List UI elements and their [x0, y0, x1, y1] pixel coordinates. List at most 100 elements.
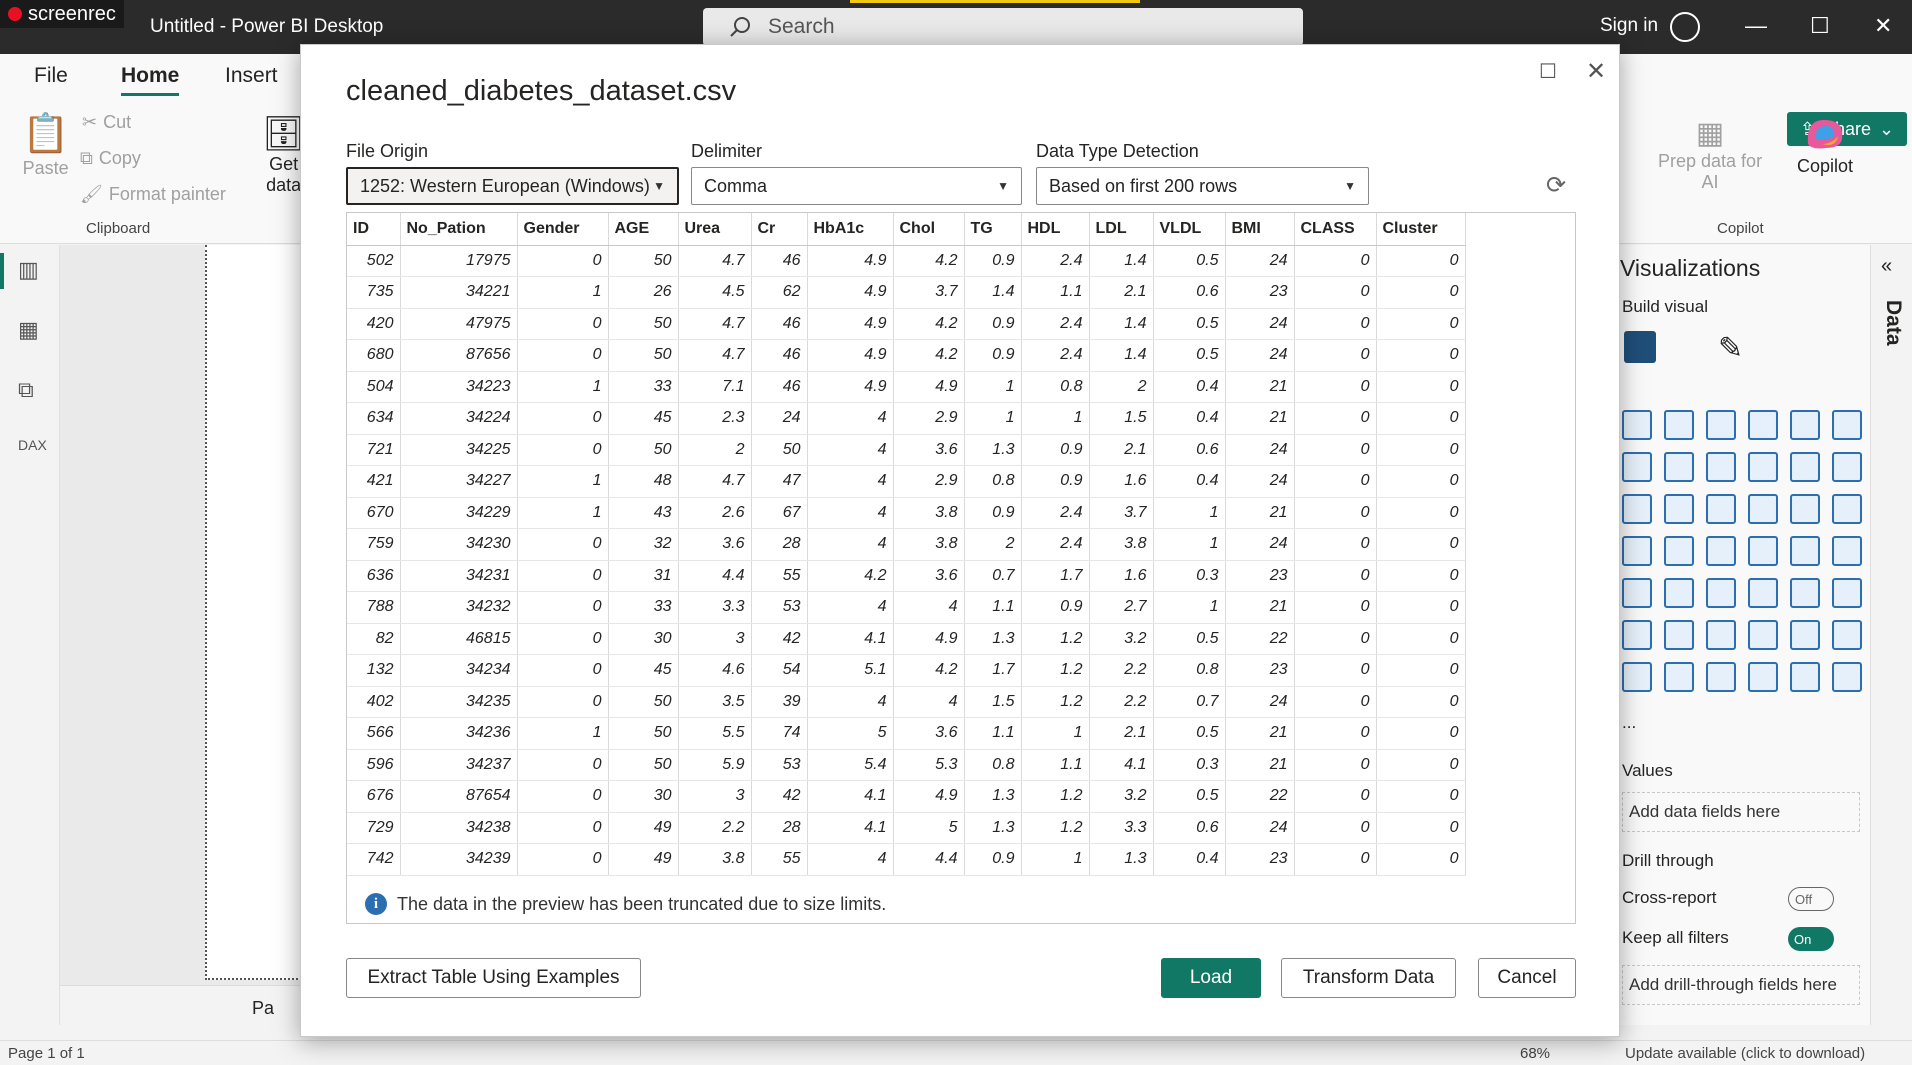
- transform-data-button[interactable]: Transform Data: [1281, 958, 1456, 998]
- tab-home[interactable]: Home: [121, 64, 180, 96]
- clustered-column-chart-icon[interactable]: [1748, 410, 1778, 440]
- funnel-chart-icon[interactable]: [1706, 494, 1736, 524]
- card-new-icon[interactable]: [1664, 662, 1694, 692]
- tab-file[interactable]: File: [34, 64, 68, 88]
- table-cell: 33: [608, 371, 679, 403]
- narrative-icon[interactable]: [1790, 620, 1820, 650]
- table-cell: 2: [964, 528, 1022, 561]
- power-apps-icon[interactable]: [1790, 662, 1820, 692]
- data-pane-label[interactable]: Data: [1881, 300, 1905, 346]
- copilot-button[interactable]: Copilot: [1797, 114, 1853, 177]
- close-dialog-icon[interactable]: ✕: [1586, 57, 1606, 86]
- table-cell: 1.5: [1089, 402, 1154, 435]
- button-slicer-icon[interactable]: [1706, 662, 1736, 692]
- table-view-icon[interactable]: ▦: [18, 317, 44, 343]
- scatter-chart-icon[interactable]: [1748, 494, 1778, 524]
- stacked-bar-chart-icon[interactable]: [1622, 410, 1652, 440]
- file-origin-select[interactable]: 1252: Western European (Windows) ▼: [346, 167, 679, 205]
- report-view-icon[interactable]: ▥: [18, 257, 44, 283]
- drill-through-field-well[interactable]: Add drill-through fields here: [1622, 965, 1860, 1005]
- page-indicator: Page 1 of 1: [8, 1045, 85, 1062]
- filled-map-icon[interactable]: [1706, 536, 1736, 566]
- maximize-dialog-icon[interactable]: ☐: [1539, 59, 1557, 84]
- key-influencers-icon[interactable]: [1664, 620, 1694, 650]
- sign-in-link[interactable]: Sign in: [1600, 15, 1658, 37]
- line-and-clustered-column-chart-icon[interactable]: [1832, 452, 1862, 482]
- power-automate-icon[interactable]: [1832, 662, 1862, 692]
- r-visual-icon[interactable]: [1832, 578, 1862, 608]
- stacked-area-chart-icon[interactable]: [1706, 452, 1736, 482]
- delimiter-select[interactable]: Comma ▼: [691, 167, 1022, 205]
- clustered-bar-chart-icon[interactable]: [1706, 410, 1736, 440]
- table-cell: 0.5: [1153, 780, 1226, 813]
- collapse-icon[interactable]: «: [1881, 255, 1892, 278]
- donut-chart-icon[interactable]: [1832, 494, 1862, 524]
- table-cell: 87654: [400, 780, 518, 813]
- cross-report-toggle[interactable]: Off: [1788, 887, 1834, 911]
- format-visual-tab-icon[interactable]: ✎: [1718, 331, 1743, 366]
- build-visual-tab-icon[interactable]: [1624, 331, 1656, 363]
- goals-icon[interactable]: [1832, 620, 1862, 650]
- python-visual-icon[interactable]: [1622, 620, 1652, 650]
- dax-query-icon[interactable]: DAX: [18, 437, 47, 463]
- card-icon[interactable]: [1832, 536, 1862, 566]
- paste-button[interactable]: 📋 Paste: [22, 112, 69, 179]
- decomposition-tree-icon[interactable]: [1706, 620, 1736, 650]
- arcgis-map-icon[interactable]: [1748, 662, 1778, 692]
- close-window-icon[interactable]: ✕: [1874, 13, 1892, 39]
- gauge-icon[interactable]: [1790, 536, 1820, 566]
- pie-chart-icon[interactable]: [1790, 494, 1820, 524]
- table-cell: 0: [1376, 434, 1466, 466]
- column-header: Chol: [893, 213, 965, 246]
- 100-stacked-area-chart-icon[interactable]: [1748, 452, 1778, 482]
- azure-map-icon[interactable]: [1748, 536, 1778, 566]
- stacked-column-chart-icon[interactable]: [1664, 410, 1694, 440]
- table-icon[interactable]: [1748, 578, 1778, 608]
- 100-stacked-column-chart-icon[interactable]: [1832, 410, 1862, 440]
- area-chart-icon[interactable]: [1664, 452, 1694, 482]
- table-cell: 0: [1294, 591, 1377, 624]
- minimize-icon[interactable]: —: [1745, 13, 1767, 39]
- slicer-icon[interactable]: [1706, 578, 1736, 608]
- more-visuals-button[interactable]: ...: [1622, 713, 1636, 733]
- paginated-report-icon[interactable]: [1622, 662, 1652, 692]
- get-data-button[interactable]: 🗄 Get data: [262, 114, 305, 196]
- search-input[interactable]: Search: [703, 8, 1303, 46]
- qa-icon[interactable]: [1748, 620, 1778, 650]
- map-icon[interactable]: [1664, 536, 1694, 566]
- cut-button[interactable]: ✂ Cut: [82, 112, 131, 133]
- data-type-detection-select[interactable]: Based on first 200 rows ▼: [1036, 167, 1369, 205]
- zoom-level[interactable]: 68%: [1520, 1045, 1550, 1062]
- ribbon-chart-icon[interactable]: [1622, 494, 1652, 524]
- table-cell: 5: [807, 717, 894, 750]
- load-button[interactable]: Load: [1161, 958, 1261, 998]
- paste-label: Paste: [22, 158, 69, 178]
- table-cell: 3.8: [893, 497, 965, 529]
- matrix-icon[interactable]: [1790, 578, 1820, 608]
- table-cell: 4.7: [678, 245, 752, 277]
- format-painter-button[interactable]: 🖌 Format painter: [80, 184, 226, 205]
- multi-row-card-icon[interactable]: [1622, 578, 1652, 608]
- kpi-icon[interactable]: [1664, 578, 1694, 608]
- table-cell: 34234: [400, 654, 518, 687]
- tab-insert[interactable]: Insert: [225, 64, 278, 88]
- model-view-icon[interactable]: ⧉: [18, 377, 44, 403]
- cancel-button[interactable]: Cancel: [1478, 958, 1576, 998]
- treemap-icon[interactable]: [1622, 536, 1652, 566]
- extract-table-button[interactable]: Extract Table Using Examples: [346, 958, 641, 998]
- copy-button[interactable]: ⧉ Copy: [80, 148, 141, 169]
- refresh-preview-icon[interactable]: ⟳: [1546, 171, 1566, 200]
- 100-stacked-bar-chart-icon[interactable]: [1790, 410, 1820, 440]
- update-available-link[interactable]: Update available (click to download): [1625, 1045, 1865, 1062]
- values-field-well[interactable]: Add data fields here: [1622, 792, 1860, 832]
- keep-all-filters-toggle[interactable]: On: [1788, 927, 1834, 951]
- prep-data-button[interactable]: ▦ Prep data for AI: [1658, 116, 1762, 193]
- avatar-icon[interactable]: [1670, 12, 1700, 42]
- line-and-column-chart-icon[interactable]: [1790, 452, 1820, 482]
- waterfall-chart-icon[interactable]: [1664, 494, 1694, 524]
- page-tab[interactable]: Pa: [252, 998, 274, 1019]
- line-chart-icon[interactable]: [1622, 452, 1652, 482]
- table-cell: 28: [751, 528, 808, 561]
- table-cell: 0: [517, 654, 609, 687]
- maximize-icon[interactable]: ☐: [1810, 13, 1830, 39]
